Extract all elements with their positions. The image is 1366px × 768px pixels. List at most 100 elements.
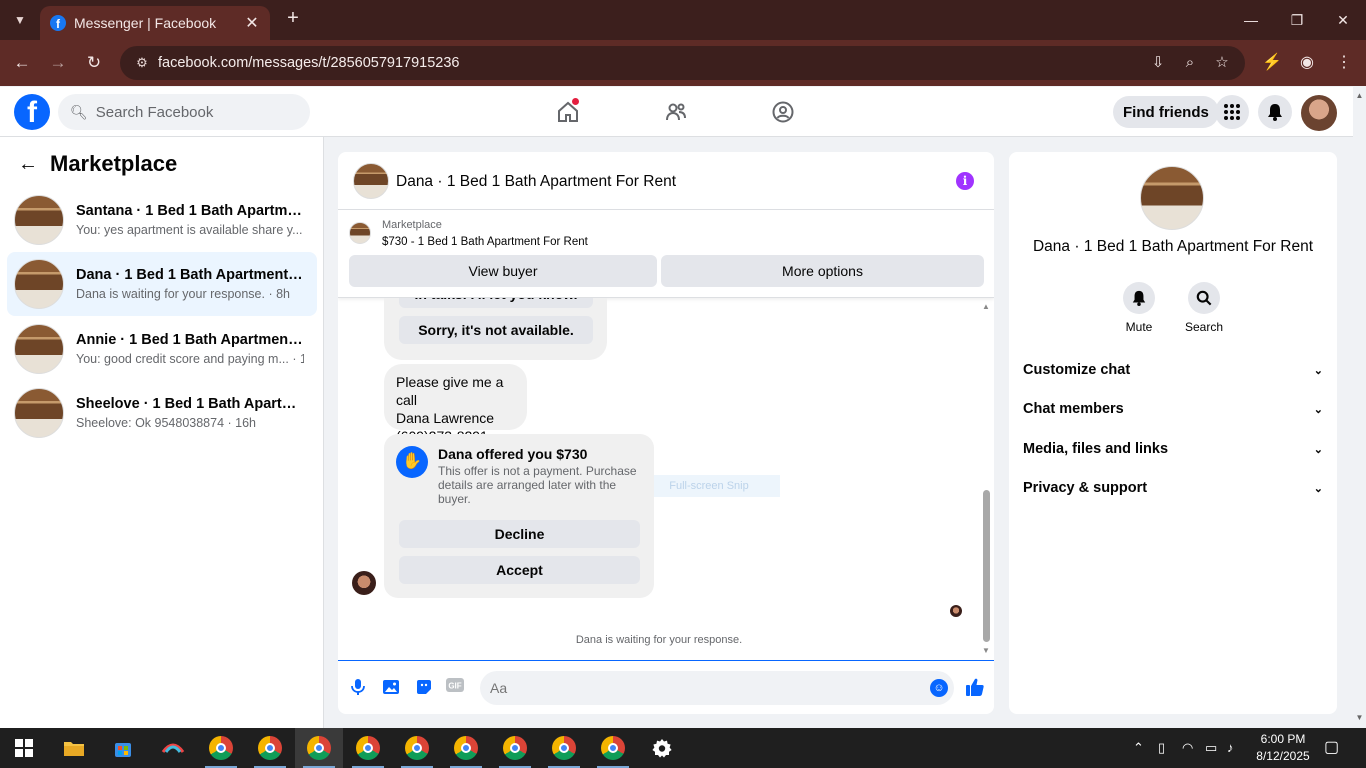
wifi-icon[interactable]: ◠ [1182,740,1193,756]
file-explorer-icon[interactable] [50,728,98,768]
account-avatar[interactable] [1301,95,1337,131]
listing-title[interactable]: $730 - 1 Bed 1 Bath Apartment For Rent [382,236,588,248]
bookmark-star-icon[interactable]: ☆ [1213,54,1231,72]
app-icon[interactable] [149,728,197,768]
bell-icon[interactable] [1123,282,1155,314]
privacy-support-section[interactable]: Privacy & support ⌄ [1023,475,1323,501]
listing-thumbnail[interactable] [349,222,371,244]
chrome-taskbar-icon[interactable] [540,728,588,768]
emoji-icon[interactable]: ☺ [930,679,948,697]
site-info-icon[interactable]: ⚙ [130,55,154,71]
install-app-icon[interactable]: ⇩ [1149,54,1167,72]
address-bar[interactable]: ⚙ facebook.com/messages/t/28560579179152… [120,46,1245,80]
chrome-menu-icon[interactable]: ⋮ [1333,52,1355,74]
chrome-taskbar-icon[interactable] [197,728,245,768]
device-icon[interactable]: ▯ [1158,740,1165,756]
start-button[interactable] [0,728,48,768]
chrome-taskbar-icon[interactable] [295,728,343,768]
accept-offer-button[interactable]: Accept [399,556,640,584]
store-icon[interactable] [99,728,147,768]
chrome-taskbar-icon[interactable] [393,728,441,768]
conversation-item[interactable]: Dana · 1 Bed 1 Bath Apartment For... Dana… [7,252,317,316]
microphone-icon[interactable] [348,678,368,698]
windows-icon [15,739,33,757]
chat-scrollbar[interactable]: ▲ ▼ [979,298,993,660]
search-action[interactable]: Search [1174,282,1234,334]
preview-text: Sheelove: Ok 9548038874 [76,416,225,430]
media-files-links-section[interactable]: Media, files and links ⌄ [1023,436,1323,462]
chrome-icon [552,736,576,760]
scroll-up-icon[interactable]: ▲ [981,302,991,311]
gif-icon[interactable]: GIF [445,678,465,698]
facebook-icon: f [50,15,66,31]
close-window-icon[interactable]: ✕ [1320,0,1366,40]
page-scrollbar[interactable]: ▲ ▼ [1353,87,1366,728]
chrome-taskbar-icon[interactable] [246,728,294,768]
home-icon[interactable] [554,98,582,126]
conversation-item[interactable]: Santana · 1 Bed 1 Bath Apartment ... You:… [7,188,317,252]
scroll-down-icon[interactable]: ▼ [981,646,991,655]
friends-icon[interactable] [662,98,690,126]
notifications-bell-icon[interactable] [1258,95,1292,129]
find-friends-button[interactable]: Find friends [1113,96,1219,128]
close-tab-icon[interactable]: ✕ [244,13,260,33]
restore-icon[interactable]: ❐ [1274,0,1320,40]
scroll-thumb[interactable] [983,490,990,642]
chat-members-section[interactable]: Chat members ⌄ [1023,396,1323,422]
back-icon[interactable]: ← [10,51,34,75]
groups-icon[interactable] [769,98,797,126]
back-arrow-icon[interactable]: ← [18,153,38,176]
performance-icon[interactable]: ⚡ [1261,52,1283,74]
more-options-button[interactable]: More options [661,255,984,287]
conversation-avatar[interactable] [1140,166,1204,230]
message-line: Dana Lawrence [396,410,495,426]
battery-icon[interactable]: ▭ [1205,740,1217,756]
chevron-down-icon: ⌄ [1313,482,1323,495]
message-input[interactable] [480,671,910,705]
zoom-icon[interactable]: ⌕ [1181,54,1199,72]
sticker-icon[interactable] [414,678,434,698]
settings-gear-icon[interactable] [638,728,686,768]
conversation-item[interactable]: Sheelove · 1 Bed 1 Bath Apartment... Shee… [7,381,317,445]
scroll-up-icon[interactable]: ▲ [1355,91,1364,100]
chrome-taskbar-icon[interactable] [442,728,490,768]
system-clock[interactable]: 6:00 PM 8/12/2025 [1250,731,1316,765]
conversation-preview: Sheelove: Ok 9548038874 · 16h [76,416,304,430]
conversation-item[interactable]: Annie · 1 Bed 1 Bath Apartment Fo... You:… [7,317,317,381]
thumbs-up-icon[interactable] [964,677,986,699]
profile-icon[interactable]: ◉ [1296,52,1318,74]
view-buyer-button[interactable]: View buyer [349,255,657,287]
message-thread[interactable]: In talks. I'll let you know. Sorry, it's… [338,298,994,660]
facebook-search-input[interactable]: 🔍︎ Search Facebook [58,94,310,130]
customize-chat-section[interactable]: Customize chat ⌄ [1023,357,1323,383]
chrome-taskbar-icon[interactable] [589,728,637,768]
search-icon[interactable] [1188,282,1220,314]
tab-search-icon[interactable]: ▼ [8,8,32,32]
facebook-logo-icon[interactable]: f [14,94,50,130]
notification-center-icon[interactable]: ▢ [1324,737,1339,757]
tray-overflow-icon[interactable]: ⌃ [1133,740,1144,756]
conversation-text: Sheelove · 1 Bed 1 Bath Apartment... Shee… [76,396,304,430]
chrome-icon [356,736,380,760]
quick-reply-unavailable[interactable]: Sorry, it's not available. [399,316,593,344]
chat-title[interactable]: Dana · 1 Bed 1 Bath Apartment For Rent [396,173,676,191]
browser-tab[interactable]: f Messenger | Facebook ✕ [40,6,270,40]
scroll-down-icon[interactable]: ▼ [1355,713,1364,722]
mute-action[interactable]: Mute [1109,282,1169,334]
message-input-box[interactable]: ☺ [480,671,954,705]
decline-offer-button[interactable]: Decline [399,520,640,548]
minimize-icon[interactable]: — [1228,0,1274,40]
chat-avatar-thumbnail[interactable] [353,163,389,199]
photo-icon[interactable] [381,678,401,698]
chrome-taskbar-icon[interactable] [344,728,392,768]
menu-grid-icon[interactable] [1215,95,1249,129]
new-tab-icon[interactable]: + [282,8,304,30]
volume-icon[interactable]: ♪ [1227,740,1234,755]
info-icon[interactable]: i [956,172,974,190]
chevron-down-icon: ⌄ [1313,364,1323,377]
reload-icon[interactable]: ↻ [82,51,106,75]
search-icon: 🔍︎ [70,103,88,120]
chrome-taskbar-icon[interactable] [491,728,539,768]
quick-reply-in-talks[interactable]: In talks. I'll let you know. [399,298,593,308]
forward-icon[interactable]: → [46,51,70,75]
